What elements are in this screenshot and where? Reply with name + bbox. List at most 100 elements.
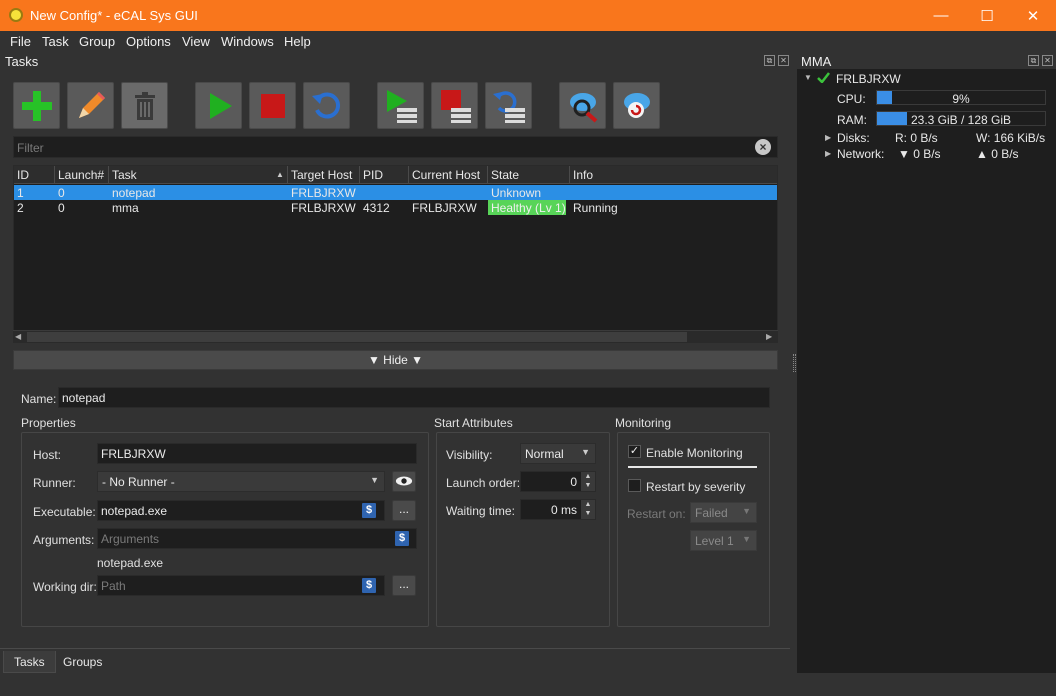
tab-groups[interactable]: Groups — [53, 651, 112, 673]
expand-arrow-icon[interactable]: ▶ — [825, 133, 831, 142]
search-hosts-button[interactable] — [559, 82, 606, 129]
column-header-task[interactable]: Task — [109, 166, 288, 184]
waiting-time-value: 0 ms — [550, 503, 577, 517]
dock-close-icon[interactable]: ✕ — [1042, 55, 1053, 66]
host-field[interactable]: FRLBJRXW — [97, 443, 417, 464]
stop-list-icon — [440, 89, 471, 123]
column-header-current-host[interactable]: Current Host — [409, 166, 488, 184]
dock-float-icon[interactable]: ⧉ — [764, 55, 775, 66]
refresh-hosts-button[interactable] — [613, 82, 660, 129]
restart-all-button[interactable] — [485, 82, 532, 129]
column-header-state[interactable]: State — [488, 166, 570, 184]
menu-view[interactable]: View — [182, 34, 210, 49]
table-row[interactable]: 1 0 notepad FRLBJRXW Unknown — [14, 185, 777, 200]
arguments-field[interactable]: Arguments — [97, 528, 417, 549]
properties-group-title: Properties — [21, 416, 76, 430]
menu-group[interactable]: Group — [79, 34, 115, 49]
disks-write: W: 166 KiB/s — [976, 131, 1046, 145]
hide-editor-button[interactable]: ▼ Hide ▼ — [13, 350, 778, 370]
launch-order-spinbox[interactable]: 0 ▲ ▼ — [520, 471, 596, 492]
sort-ascending-icon: ▲ — [276, 170, 284, 179]
waiting-time-spinbox[interactable]: 0 ms ▲ ▼ — [520, 499, 596, 520]
runner-select[interactable]: - No Runner - ▼ — [97, 471, 385, 492]
filter-placeholder: Filter — [17, 141, 44, 155]
show-runners-button[interactable] — [392, 471, 416, 492]
network-up: ▲ 0 B/s — [976, 147, 1019, 161]
monitoring-group-title: Monitoring — [615, 416, 672, 430]
start-task-button[interactable] — [195, 82, 242, 129]
add-task-button[interactable] — [13, 82, 60, 129]
expand-arrow-icon[interactable]: ▶ — [825, 149, 831, 158]
scroll-right-icon[interactable]: ▶ — [766, 332, 772, 341]
delete-task-button[interactable] — [121, 82, 168, 129]
clear-filter-icon[interactable]: × — [755, 139, 771, 155]
name-field[interactable]: notepad — [58, 387, 770, 408]
menu-options[interactable]: Options — [126, 34, 171, 49]
stop-task-button[interactable] — [249, 82, 296, 129]
tab-bar-line — [0, 648, 790, 649]
column-header-id[interactable]: ID — [14, 166, 55, 184]
close-button[interactable]: ✕ — [1010, 0, 1056, 31]
scroll-left-icon[interactable]: ◀ — [15, 332, 21, 341]
cell-pid: 4312 — [363, 201, 390, 215]
ram-label: RAM: — [837, 113, 867, 127]
restart-level-select[interactable]: Level 1 ▼ — [690, 530, 757, 551]
collapse-arrow-icon[interactable]: ▼ — [804, 73, 812, 82]
start-all-button[interactable] — [377, 82, 424, 129]
tab-tasks[interactable]: Tasks — [3, 651, 56, 673]
arguments-label: Arguments: — [33, 533, 95, 547]
browse-executable-button[interactable]: ... — [392, 500, 416, 521]
minimize-button[interactable]: — — [918, 0, 964, 31]
visibility-select[interactable]: Normal ▼ — [520, 443, 596, 464]
edit-task-button[interactable] — [67, 82, 114, 129]
mma-tree: ▼ FRLBJRXW CPU: 9% RAM: 23.3 GiB / 128 G… — [797, 69, 1056, 673]
restart-task-button[interactable] — [303, 82, 350, 129]
insert-variable-icon[interactable]: $ — [362, 503, 376, 518]
restart-on-select[interactable]: Failed ▼ — [690, 502, 757, 523]
insert-variable-icon[interactable]: $ — [395, 531, 409, 546]
waiting-time-label: Waiting time: — [446, 504, 515, 518]
window-titlebar: New Config* - eCAL Sys GUI — ☐ ✕ — [0, 0, 1056, 31]
working-dir-field[interactable]: Path — [97, 575, 385, 596]
spin-arrows-icon[interactable]: ▲ ▼ — [581, 472, 595, 491]
window-title: New Config* - eCAL Sys GUI — [30, 8, 198, 23]
cloud-search-icon — [569, 92, 597, 122]
app-icon — [9, 8, 23, 22]
insert-variable-icon[interactable]: $ — [362, 578, 376, 593]
dock-close-icon[interactable]: ✕ — [778, 55, 789, 66]
command-preview: notepad.exe — [97, 556, 164, 570]
browse-working-dir-button[interactable]: ... — [392, 575, 416, 596]
table-row[interactable]: 2 0 mma FRLBJRXW 4312 FRLBJRXW Healthy (… — [14, 200, 777, 215]
menu-file[interactable]: File — [10, 34, 31, 49]
dock-float-icon[interactable]: ⧉ — [1028, 55, 1039, 66]
cell-target-host: FRLBJRXW — [291, 201, 356, 215]
restart-by-severity-checkbox[interactable] — [628, 479, 641, 492]
mma-host[interactable]: FRLBJRXW — [836, 72, 901, 86]
cpu-label: CPU: — [837, 92, 866, 106]
start-attributes-group-title: Start Attributes — [434, 416, 513, 430]
maximize-button[interactable]: ☐ — [964, 0, 1010, 31]
menu-task[interactable]: Task — [42, 34, 69, 49]
column-header-target-host[interactable]: Target Host — [288, 166, 360, 184]
disks-read: R: 0 B/s — [895, 131, 938, 145]
chevron-down-icon: ▼ — [742, 534, 751, 544]
menu-help[interactable]: Help — [284, 34, 311, 49]
restart-by-severity-label: Restart by severity — [646, 480, 746, 494]
enable-monitoring-checkbox[interactable]: ✓ — [628, 445, 641, 458]
filter-input[interactable]: Filter — [13, 136, 778, 158]
executable-field[interactable]: notepad.exe — [97, 500, 385, 521]
launch-order-label: Launch order: — [446, 476, 521, 490]
table-horizontal-scrollbar[interactable]: ◀ ▶ — [13, 330, 778, 343]
visibility-label: Visibility: — [446, 448, 493, 462]
column-header-pid[interactable]: PID — [360, 166, 409, 184]
column-header-launch[interactable]: Launch# — [55, 166, 109, 184]
spin-arrows-icon[interactable]: ▲ ▼ — [581, 500, 595, 519]
splitter-handle[interactable] — [793, 354, 796, 372]
scrollbar-thumb[interactable] — [27, 332, 687, 342]
tasks-dock-title: Tasks — [5, 54, 39, 69]
restart-on-value: Failed — [695, 506, 728, 520]
chevron-down-icon: ▼ — [742, 506, 751, 516]
stop-all-button[interactable] — [431, 82, 478, 129]
column-header-info[interactable]: Info — [570, 166, 777, 184]
menu-windows[interactable]: Windows — [221, 34, 274, 49]
